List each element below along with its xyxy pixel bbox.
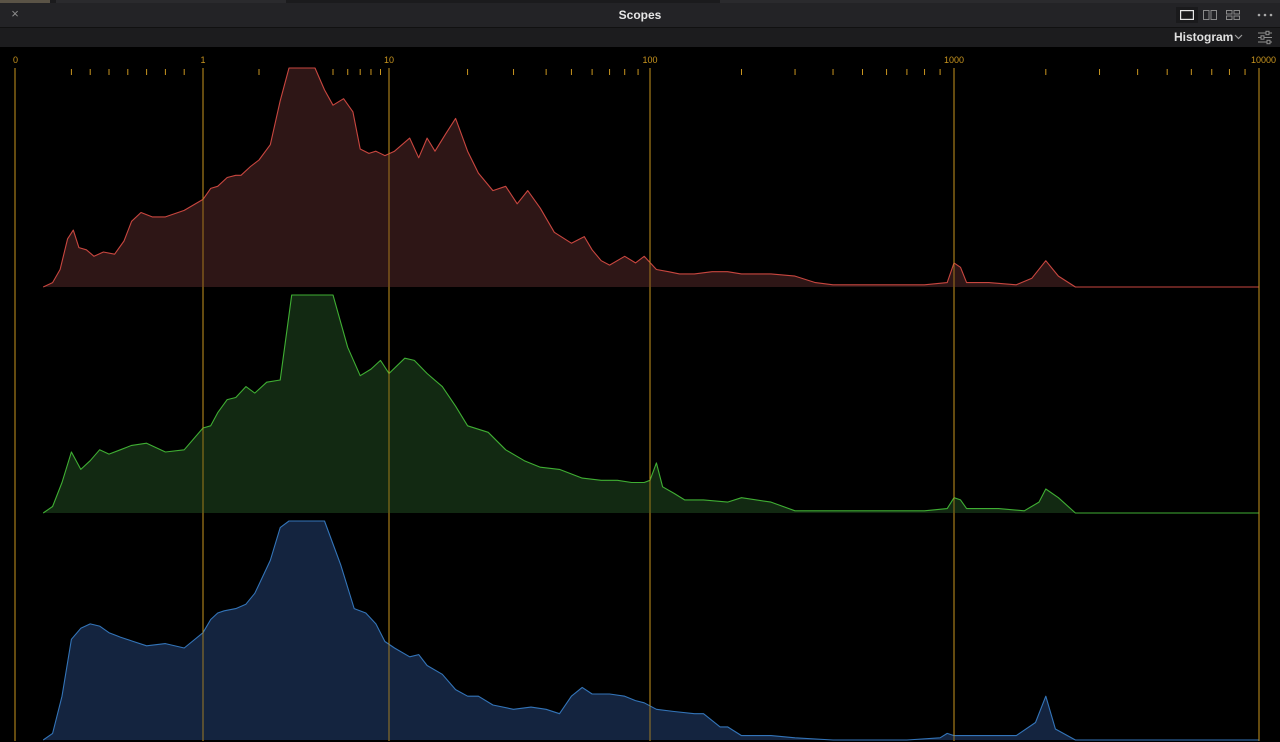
major-tick-label: 1000	[944, 55, 964, 65]
sliders-icon	[1258, 30, 1272, 45]
panel-menu-button[interactable]	[1254, 7, 1276, 23]
dual-view-icon	[1203, 10, 1217, 20]
scope-mode-label: Histogram	[1174, 30, 1234, 44]
panel-titlebar: × Scopes	[0, 3, 1280, 28]
quad-view-icon	[1226, 10, 1240, 20]
red-histogram-area	[43, 68, 1260, 287]
scope-toolbar: Histogram	[0, 28, 1280, 47]
major-tick-label: 0	[13, 55, 18, 65]
major-tick-label: 10000	[1251, 55, 1276, 65]
more-options-icon	[1257, 13, 1273, 17]
close-icon: ×	[11, 6, 19, 21]
major-tick-label: 100	[642, 55, 657, 65]
major-tick-label: 10	[384, 55, 394, 65]
major-tick-label: 1	[200, 55, 205, 65]
histogram-scope: 0 1 10 100 1000 10000	[13, 55, 1276, 741]
chevron-down-icon	[1234, 34, 1243, 40]
scope-mode-dropdown[interactable]: Histogram	[1168, 28, 1246, 47]
quad-view-button[interactable]	[1222, 7, 1244, 23]
single-view-button[interactable]	[1176, 7, 1198, 23]
green-histogram-area	[43, 295, 1260, 513]
scope-settings-button[interactable]	[1254, 29, 1276, 46]
close-button[interactable]: ×	[8, 6, 22, 22]
dual-view-button[interactable]	[1199, 7, 1221, 23]
blue-histogram-area	[43, 521, 1260, 740]
panel-title: Scopes	[618, 8, 662, 22]
single-view-icon	[1180, 10, 1194, 20]
